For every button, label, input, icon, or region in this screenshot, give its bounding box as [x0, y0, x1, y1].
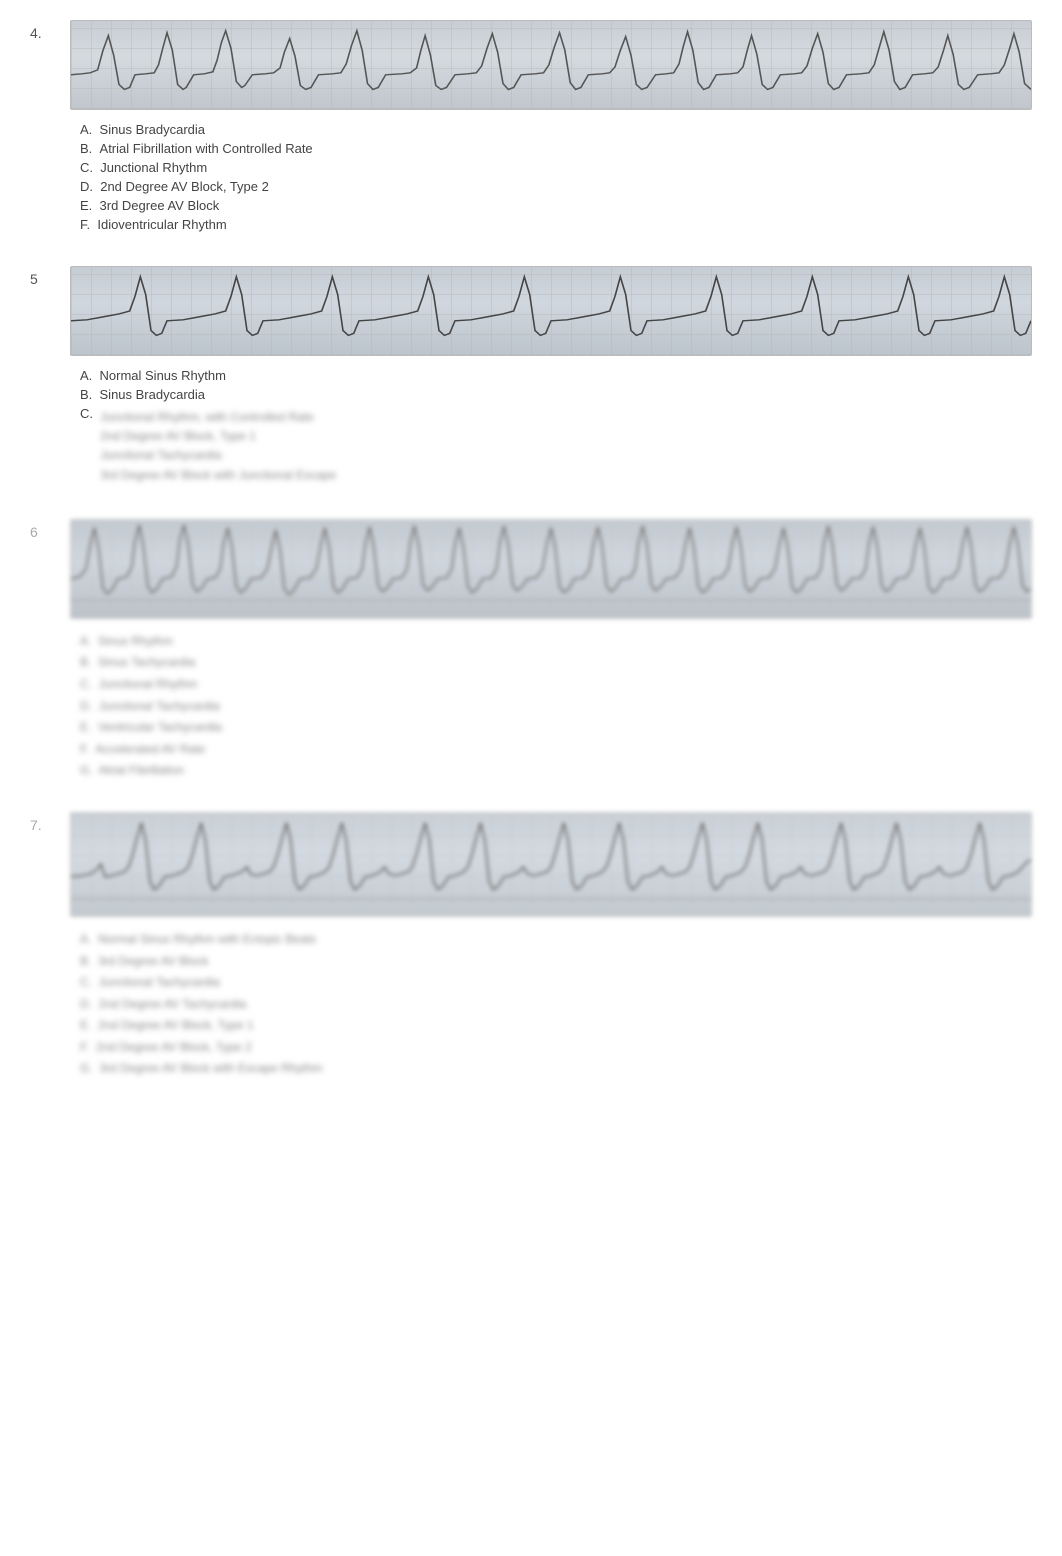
option-5b: B. Sinus Bradycardia	[80, 387, 1032, 402]
ecg-waveform-7	[71, 813, 1031, 916]
option-4e: E. 3rd Degree AV Block	[80, 198, 1032, 213]
question-6-content: A. Sinus Rhythm B. Sinus Tachycardia C. …	[70, 519, 1032, 782]
ecg-strip-6	[70, 519, 1032, 619]
question-5-content: A. Normal Sinus Rhythm B. Sinus Bradycar…	[70, 266, 1032, 489]
question-4-options: A. Sinus Bradycardia B. Atrial Fibrillat…	[70, 122, 1032, 232]
ecg-strip-7	[70, 812, 1032, 917]
q6-opt-e: E. Ventricular Tachycardia	[80, 717, 1032, 739]
question-6-block: 6 A. Sinus Rhythm B. Sinus Tachycardia C…	[30, 519, 1032, 782]
question-5-blurred-suboptions: Junctional Rhythm, with Controlled Rate …	[100, 408, 336, 485]
q6-opt-f: F. Accelerated AV Rate	[80, 739, 1032, 761]
question-5-block: 5 A. Normal Sinus Rhythm B. Sinus Bradyc…	[30, 266, 1032, 489]
option-4d: D. 2nd Degree AV Block, Type 2	[80, 179, 1032, 194]
q7-opt-a: A. Normal Sinus Rhythm with Ectopic Beat…	[80, 929, 1032, 951]
q7-opt-f: F. 2nd Degree AV Block, Type 2	[80, 1037, 1032, 1059]
ecg-waveform-6	[71, 520, 1031, 618]
ecg-strip-4	[70, 20, 1032, 110]
option-4f: F. Idioventricular Rhythm	[80, 217, 1032, 232]
q6-opt-a: A. Sinus Rhythm	[80, 631, 1032, 653]
option-4d-letter: D.	[80, 179, 93, 194]
q7-opt-g: G. 3rd Degree AV Block with Escape Rhyth…	[80, 1058, 1032, 1080]
q7-opt-e: E. 2nd Degree AV Block, Type 1	[80, 1015, 1032, 1037]
option-4b-letter: B.	[80, 141, 92, 156]
question-6-options: A. Sinus Rhythm B. Sinus Tachycardia C. …	[70, 631, 1032, 782]
ecg-waveform-5	[71, 267, 1031, 355]
question-7-number: 7.	[30, 812, 60, 833]
q7-opt-b: B. 3rd Degree AV Block	[80, 951, 1032, 973]
question-6-number: 6	[30, 519, 60, 540]
option-4b: B. Atrial Fibrillation with Controlled R…	[80, 141, 1032, 156]
q6-opt-d: D. Junctional Tachycardia	[80, 696, 1032, 718]
question-4-block: 4. A. Sinus Bradycardia B. Atrial Fibril…	[30, 20, 1032, 236]
ecg-waveform-4	[71, 21, 1031, 109]
question-4-content: A. Sinus Bradycardia B. Atrial Fibrillat…	[70, 20, 1032, 236]
question-7-options: A. Normal Sinus Rhythm with Ectopic Beat…	[70, 929, 1032, 1080]
ecg-strip-5	[70, 266, 1032, 356]
blurred-sub-2: 2nd Degree AV Block, Type 1	[100, 427, 336, 446]
q6-opt-g: G. Atrial Fibrillation	[80, 760, 1032, 782]
q7-opt-c: C. Junctional Tachycardia	[80, 972, 1032, 994]
question-5-options: A. Normal Sinus Rhythm B. Sinus Bradycar…	[70, 368, 1032, 485]
option-5c: C. Junctional Rhythm, with Controlled Ra…	[80, 406, 1032, 485]
option-4c: C. Junctional Rhythm	[80, 160, 1032, 175]
q6-opt-b: B. Sinus Tachycardia	[80, 652, 1032, 674]
option-4f-letter: F.	[80, 217, 90, 232]
question-5-number: 5	[30, 266, 60, 287]
question-4-number: 4.	[30, 20, 60, 41]
option-4c-letter: C.	[80, 160, 93, 175]
blurred-sub-3: Junctional Tachycardia	[100, 446, 336, 465]
option-4a: A. Sinus Bradycardia	[80, 122, 1032, 137]
q7-opt-d: D. 2nd Degree AV Tachycardia	[80, 994, 1032, 1016]
option-4a-letter: A.	[80, 122, 92, 137]
blurred-sub-4: 3rd Degree AV Block with Junctional Esca…	[100, 466, 336, 485]
option-4e-letter: E.	[80, 198, 92, 213]
q6-opt-c: C. Junctional Rhythm	[80, 674, 1032, 696]
question-7-content: A. Normal Sinus Rhythm with Ectopic Beat…	[70, 812, 1032, 1080]
option-5a: A. Normal Sinus Rhythm	[80, 368, 1032, 383]
question-7-block: 7. A. Normal Sinus Rhythm with Ectopic B…	[30, 812, 1032, 1080]
blurred-sub-1: Junctional Rhythm, with Controlled Rate	[100, 408, 336, 427]
